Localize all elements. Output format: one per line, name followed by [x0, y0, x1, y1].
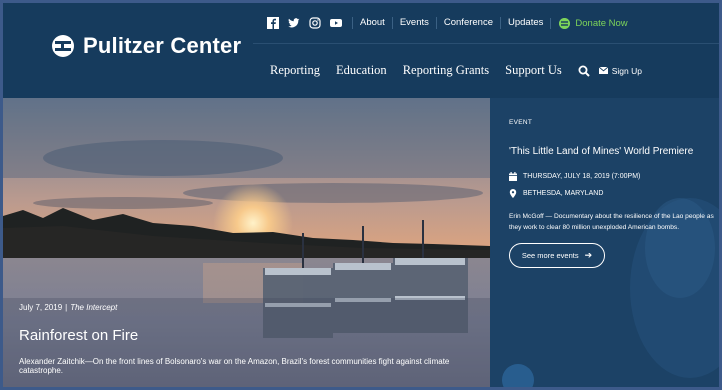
event-tag: EVENT [509, 119, 533, 126]
sign-up-label: Sign Up [611, 65, 642, 76]
hero-date: July 7, 2019 [19, 303, 63, 312]
map-pin-icon [509, 189, 517, 198]
search-icon[interactable] [578, 65, 590, 77]
hero-title[interactable]: Rainforest on Fire [19, 327, 138, 344]
nav-item-education[interactable]: Education [336, 63, 387, 78]
donate-link[interactable]: Donate Now [550, 17, 628, 29]
envelope-icon [598, 67, 608, 74]
social-links [253, 17, 352, 29]
event-description: Erin McGoff — Documentary about the resi… [509, 213, 714, 231]
nav-item-support-us[interactable]: Support Us [505, 63, 562, 78]
hero-feature[interactable]: July 7, 2019 | The Intercept Rainforest on… [3, 98, 490, 387]
event-title[interactable]: 'This Little Land of Mines' World Premie… [509, 146, 693, 157]
brand-name: Pulitzer Center [83, 33, 242, 58]
pulitzer-logo[interactable]: Pulitzer Center [51, 33, 241, 59]
event-date: THURSDAY, JULY 18, 2019 (7:00PM) [523, 173, 641, 180]
see-more-events-button[interactable]: See more events ➔ [509, 243, 605, 268]
hero-description: Alexander Zaitchik—On the front lines of… [19, 357, 450, 375]
brand-area: Pulitzer Center [3, 3, 253, 98]
top-link-conference[interactable]: Conference [435, 17, 500, 29]
page-frame: Pulitzer Center About Events Conference … [3, 3, 719, 387]
twitter-icon[interactable] [288, 17, 300, 29]
nav-item-reporting[interactable]: Reporting [270, 63, 320, 78]
donate-logo-icon [559, 17, 571, 29]
main-nav: Reporting Education Reporting Grants Sup… [253, 43, 719, 98]
pulitzer-logo-icon [52, 35, 74, 57]
meta-separator: | [65, 303, 68, 312]
event-location-row: BETHESDA, MARYLAND [509, 189, 603, 198]
see-more-events-label: See more events [521, 251, 579, 260]
event-date-row: THURSDAY, JULY 18, 2019 (7:00PM) [509, 172, 640, 181]
top-links: About Events Conference Updates [352, 17, 550, 29]
calendar-icon [509, 172, 517, 181]
top-link-events[interactable]: Events [391, 17, 436, 29]
arrow-right-icon: ➔ [584, 250, 593, 260]
sign-up-link[interactable]: Sign Up [598, 65, 642, 76]
hero-meta: July 7, 2019 | The Intercept [19, 303, 117, 312]
nav-item-reporting-grants[interactable]: Reporting Grants [403, 63, 489, 78]
top-link-about[interactable]: About [352, 17, 392, 29]
event-panel: EVENT 'This Little Land of Mines' World … [490, 98, 719, 387]
event-location: BETHESDA, MARYLAND [523, 190, 604, 197]
top-bar: About Events Conference Updates Donate N… [253, 3, 719, 44]
facebook-icon[interactable] [267, 17, 279, 29]
hero-source[interactable]: The Intercept [70, 303, 117, 312]
top-link-updates[interactable]: Updates [500, 17, 550, 29]
donate-label: Donate Now [575, 17, 628, 29]
youtube-icon[interactable] [330, 17, 342, 29]
instagram-icon[interactable] [309, 17, 321, 29]
